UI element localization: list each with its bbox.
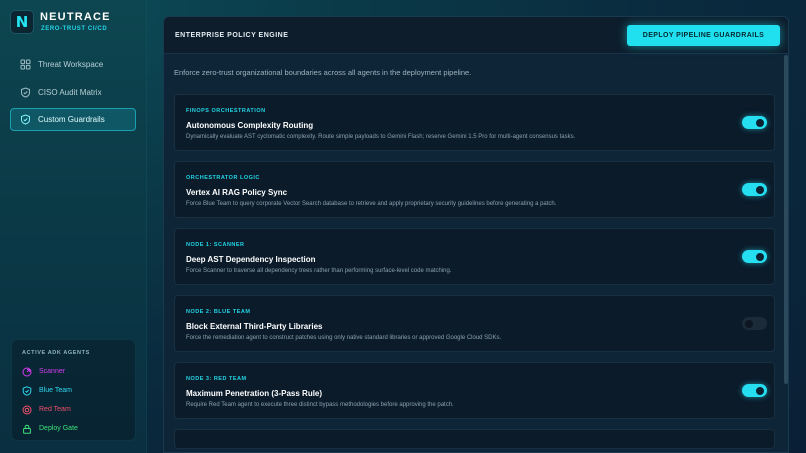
radar-icon (22, 367, 32, 377)
panel-intro: Enforce zero-trust organizational bounda… (174, 68, 472, 77)
toggle-knob (756, 386, 764, 395)
policy-toggle[interactable] (742, 183, 767, 196)
policy-tag: NODE 3: RED TEAM (186, 376, 247, 382)
policy-tag: NODE 1: SCANNER (186, 242, 245, 248)
nav-item-custom-guardrails[interactable]: Custom Guardrails (10, 108, 136, 131)
policy-toggle[interactable] (742, 116, 767, 129)
agent-label: Scanner (39, 368, 66, 375)
policy-description: Force the remediation agent to construct… (186, 335, 502, 341)
policy-tag: NODE 2: BLUE TEAM (186, 309, 251, 315)
policy-list: FINOPS ORCHESTRATION Autonomous Complexi… (174, 94, 775, 452)
toggle-knob (756, 252, 764, 261)
policy-engine-panel: ENTERPRISE POLICY ENGINE DEPLOY PIPELINE… (163, 16, 789, 453)
deploy-pipeline-guardrails-button[interactable]: DEPLOY PIPELINE GUARDRAILS (627, 25, 780, 46)
agent-label: Blue Team (39, 387, 72, 394)
lock-icon (22, 424, 32, 434)
policy-title: Autonomous Complexity Routing (186, 121, 314, 130)
policy-card: NODE 1: SCANNER Deep AST Dependency Insp… (174, 228, 775, 285)
agent-scanner: Scanner (22, 362, 126, 381)
agent-deploy-gate: Deploy Gate (22, 419, 126, 438)
agent-label: Red Team (39, 406, 71, 413)
brand-subtitle: ZERO-TRUST CI/CD (41, 26, 108, 32)
policy-toggle[interactable] (742, 250, 767, 263)
agent-red-team: Red Team (22, 400, 126, 419)
shield-icon (20, 86, 31, 98)
policy-tag: ORCHESTRATOR LOGIC (186, 175, 260, 181)
panel-title: ENTERPRISE POLICY ENGINE (175, 32, 289, 39)
policy-title: Vertex AI RAG Policy Sync (186, 188, 288, 197)
policy-card: FINOPS ORCHESTRATION Autonomous Complexi… (174, 94, 775, 151)
policy-description: Dynamically evaluate AST cyclomatic comp… (186, 134, 576, 140)
target-icon (22, 405, 32, 415)
toggle-knob (745, 319, 753, 328)
policy-description: Require Red Team agent to execute three … (186, 402, 454, 408)
panel-header: ENTERPRISE POLICY ENGINE DEPLOY PIPELINE… (164, 17, 788, 54)
policy-title: Deep AST Dependency Inspection (186, 255, 316, 264)
toggle-knob (756, 118, 764, 127)
policy-description: Force Scanner to traverse all dependency… (186, 268, 452, 274)
policy-toggle[interactable] (742, 317, 767, 330)
policy-card: NODE 2: BLUE TEAM Block External Third-P… (174, 295, 775, 352)
shield-icon (20, 114, 31, 125)
policy-description: Force Blue Team to query corporate Vecto… (186, 201, 557, 207)
nav-item-threat-workspace[interactable]: Threat Workspace (10, 53, 136, 76)
grid-icon (20, 59, 31, 70)
policy-title: Block External Third-Party Libraries (186, 322, 323, 331)
agent-label: Deploy Gate (39, 425, 78, 432)
nav-item-label: CISO Audit Matrix (38, 87, 102, 97)
toggle-knob (756, 185, 764, 194)
agents-title: ACTIVE ADK AGENTS (22, 350, 90, 356)
scrollbar[interactable] (784, 55, 788, 384)
policy-title: Maximum Penetration (3-Pass Rule) (186, 389, 323, 398)
policy-toggle[interactable] (742, 384, 767, 397)
nav-item-label: Threat Workspace (38, 60, 104, 69)
policy-card: NODE 3: RED TEAM Maximum Penetration (3-… (174, 362, 775, 419)
policy-card: ORCHESTRATOR LOGIC Vertex AI RAG Policy … (174, 161, 775, 218)
brand-name: NEUTRACE (40, 11, 111, 23)
active-agents-panel: ACTIVE ADK AGENTS Scanner Blue Team Red … (11, 339, 136, 441)
sidebar-nav: Threat Workspace CISO Audit Matrix Custo… (10, 53, 136, 136)
app-root: N NEUTRACE ZERO-TRUST CI/CD Threat Works… (0, 0, 806, 453)
brand-logo: N (10, 10, 34, 34)
nav-item-label: Custom Guardrails (38, 115, 105, 124)
shield-icon (22, 385, 32, 396)
sidebar: N NEUTRACE ZERO-TRUST CI/CD Threat Works… (0, 0, 147, 453)
agent-blue-team: Blue Team (22, 381, 126, 400)
policy-card (174, 429, 775, 449)
nav-item-ciso-audit-matrix[interactable]: CISO Audit Matrix (10, 81, 136, 104)
brand: N NEUTRACE ZERO-TRUST CI/CD (10, 10, 111, 34)
policy-tag: FINOPS ORCHESTRATION (186, 108, 266, 114)
